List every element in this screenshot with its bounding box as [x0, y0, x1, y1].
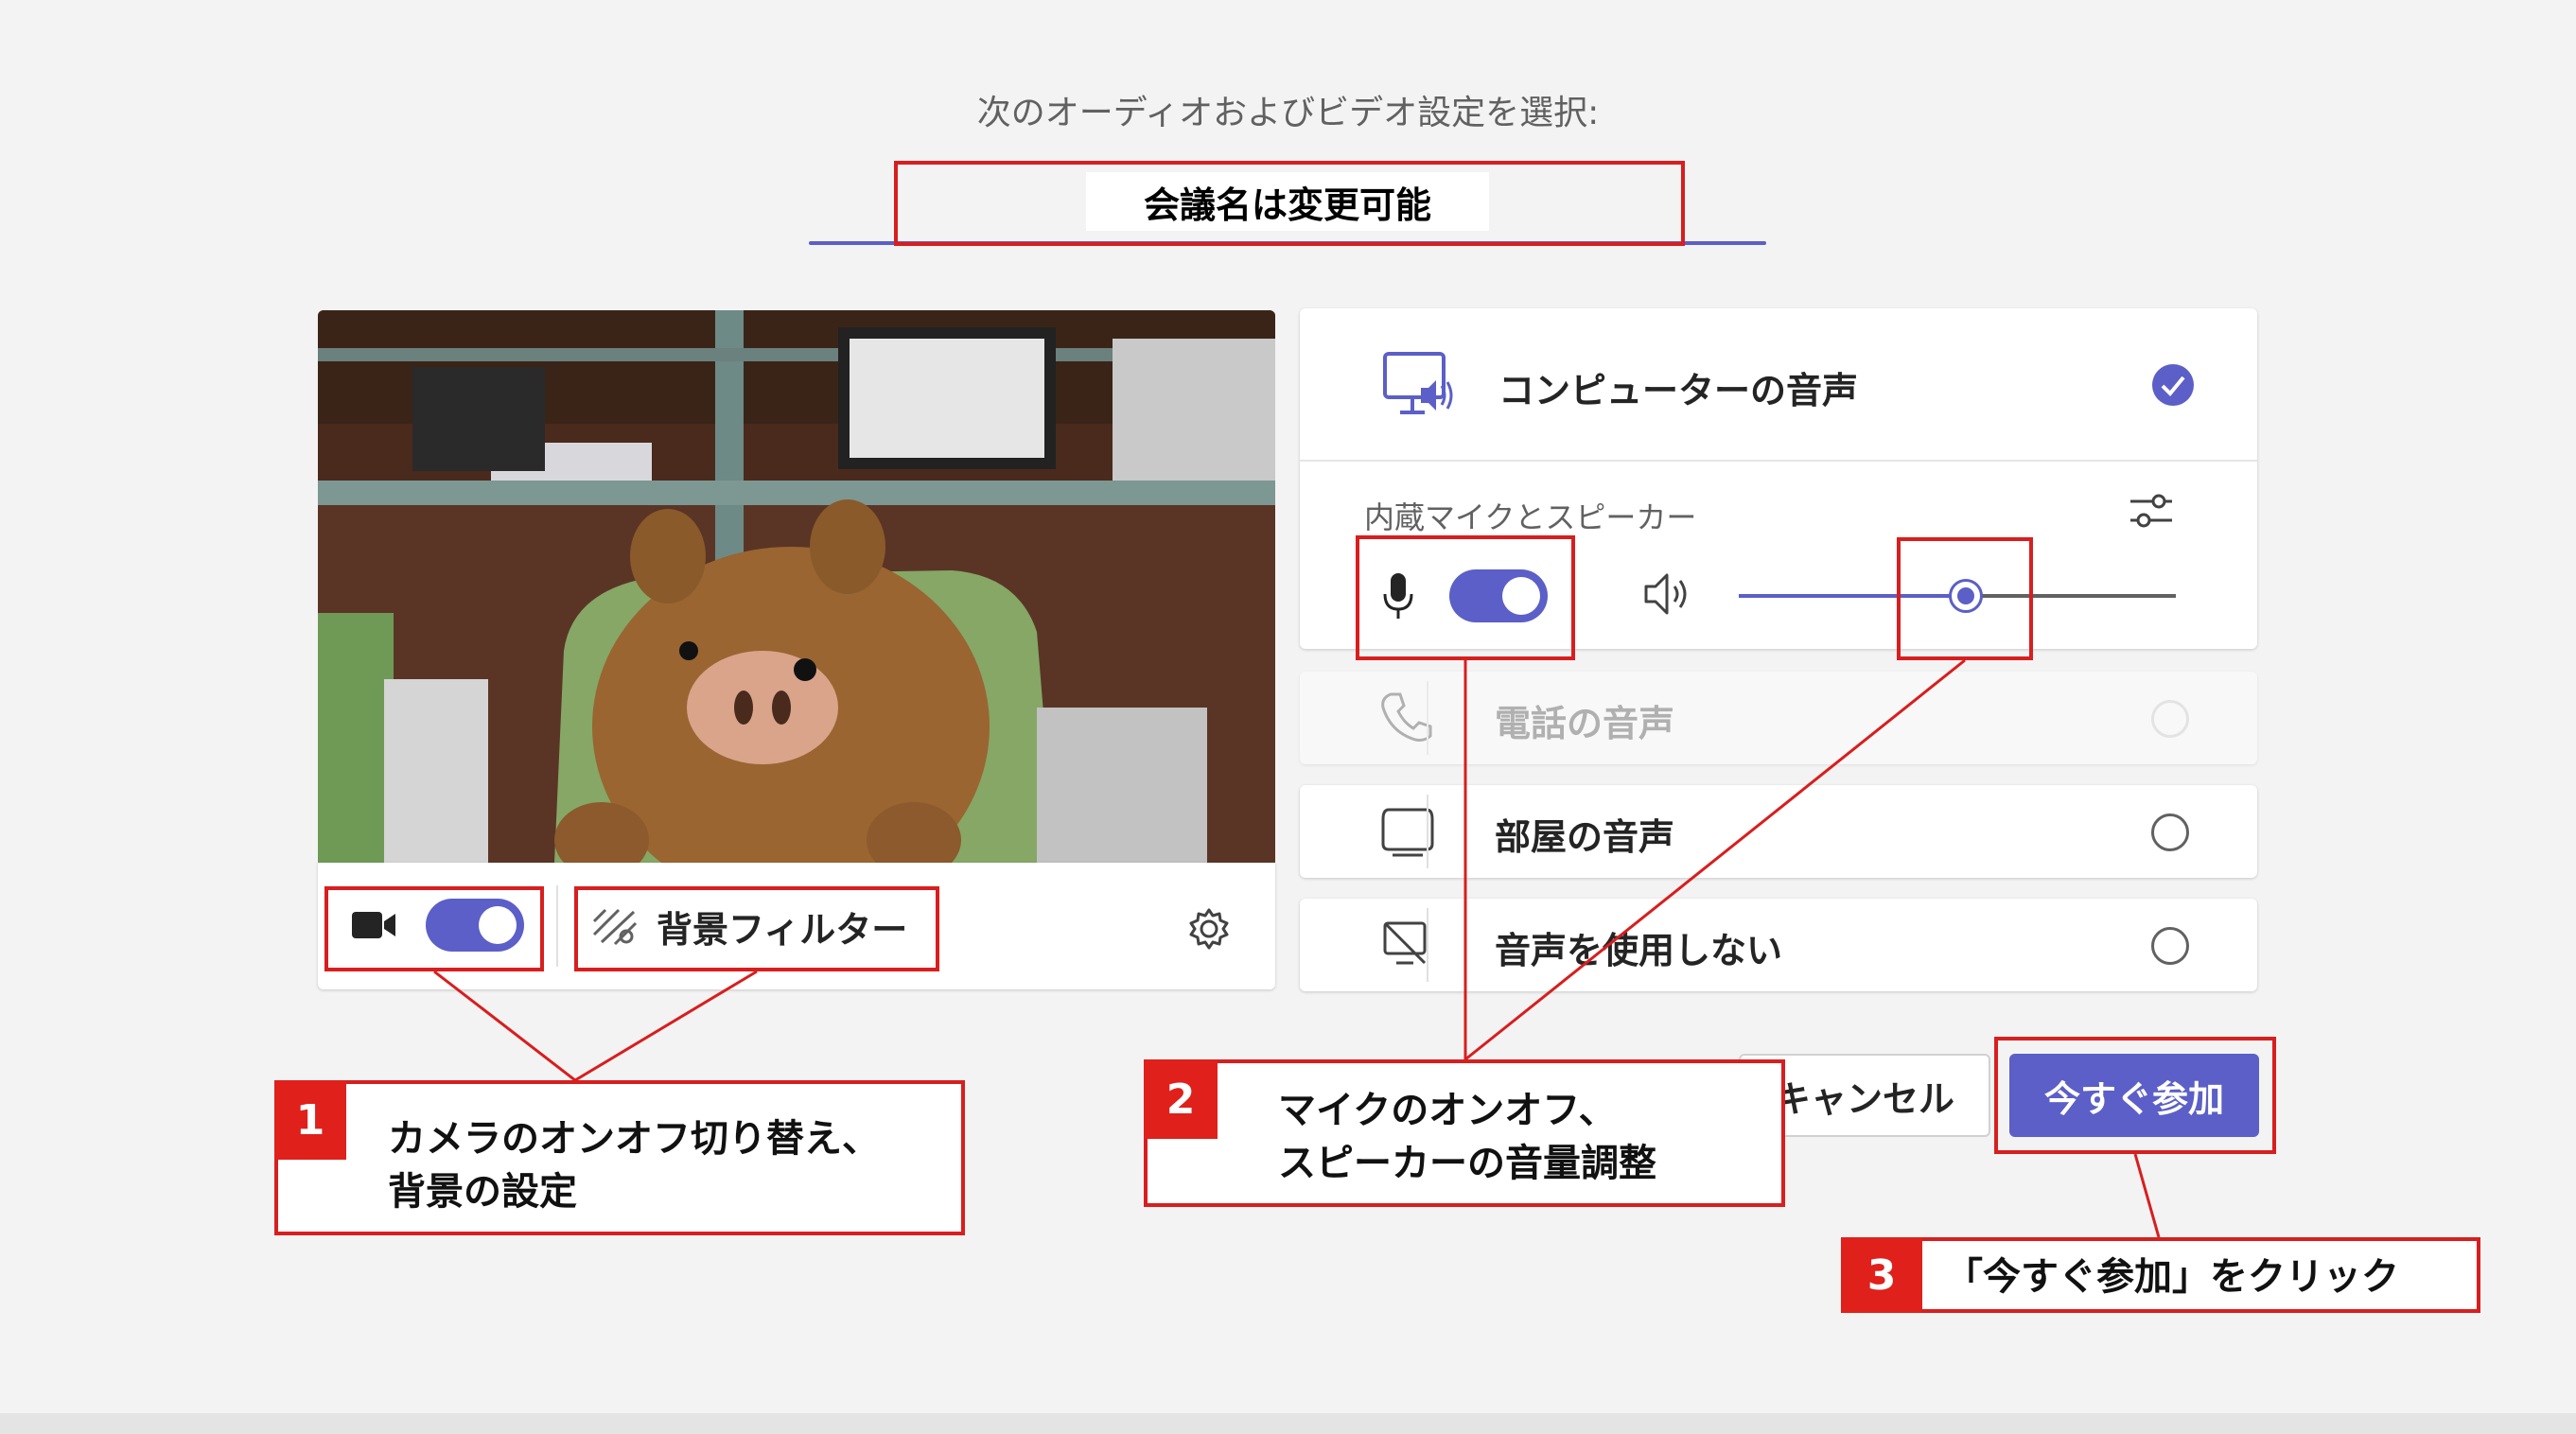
callout-text-line1: マイクのオンオフ、 [1278, 1089, 1617, 1132]
callout-2: 2 マイクのオンオフ、 スピーカーの音量調整 [1144, 1059, 1785, 1207]
callout-text-line2: スピーカーの音量調整 [1278, 1142, 1656, 1185]
callout-text-line1: 「今すぐ参加」をクリック [1945, 1255, 2399, 1299]
callout-number: 3 [1841, 1237, 1922, 1313]
callout-number: 2 [1144, 1059, 1218, 1139]
callout-text-line2: 背景の設定 [388, 1170, 577, 1214]
callout-1: 1 カメラのオンオフ切り替え、 背景の設定 [274, 1080, 965, 1235]
callout-number: 1 [274, 1080, 346, 1160]
window-bottom-edge [0, 1413, 2576, 1434]
callout-text-line1: カメラのオンオフ切り替え、 [388, 1117, 880, 1161]
callout-3: 3 「今すぐ参加」をクリック [1841, 1237, 2480, 1313]
